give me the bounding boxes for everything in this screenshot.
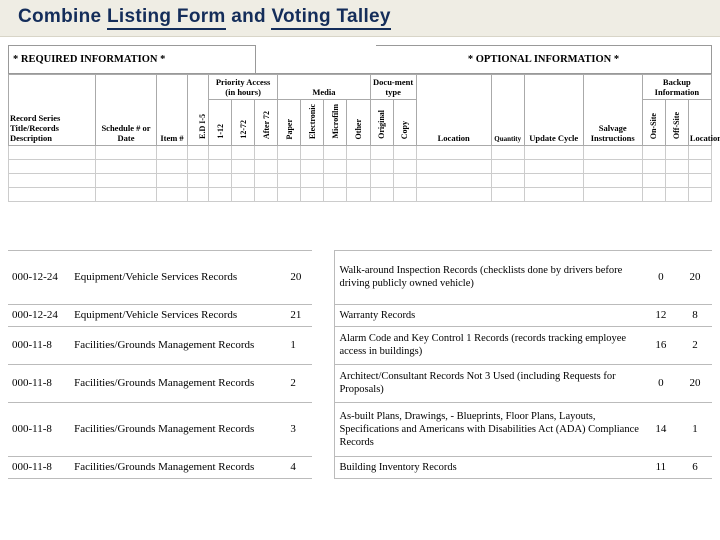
tally-gap — [312, 402, 335, 456]
tally-description: Alarm Code and Key Control 1 Records (re… — [335, 326, 644, 364]
info-banner: * REQUIRED INFORMATION * * OPTIONAL INFO… — [8, 45, 712, 74]
tally-record-name: Facilities/Grounds Management Records — [70, 326, 286, 364]
colgroup-media: Media — [278, 75, 370, 100]
tally-table: 000-12-24Equipment/Vehicle Services Reco… — [8, 250, 712, 479]
tally-description: Warranty Records — [335, 304, 644, 326]
colgroup-backup: Backup Information — [642, 75, 711, 100]
tally-record-name: Equipment/Vehicle Services Records — [70, 250, 286, 304]
col-media-other: Other — [347, 100, 370, 146]
col-quantity: Quantity — [491, 75, 524, 146]
col-salvage: Salvage Instructions — [583, 75, 642, 146]
tally-row: 000-11-8Facilities/Grounds Management Re… — [8, 326, 712, 364]
tally-id: 000-11-8 — [8, 326, 70, 364]
tally-gap — [312, 364, 335, 402]
tally-vote-1: 12 — [644, 304, 678, 326]
tally-record-name: Facilities/Grounds Management Records — [70, 456, 286, 478]
tally-description: Walk-around Inspection Records (checklis… — [335, 250, 644, 304]
tally-id: 000-11-8 — [8, 456, 70, 478]
title-bar: Combine Listing Form and Voting Talley — [0, 0, 720, 37]
tally-item-num: 4 — [286, 456, 312, 478]
col-update-cycle: Update Cycle — [524, 75, 583, 146]
optional-banner: * OPTIONAL INFORMATION * — [376, 45, 712, 74]
listing-form-body — [9, 145, 712, 201]
tally-vote-2: 8 — [678, 304, 712, 326]
tally-item-num: 3 — [286, 402, 312, 456]
tally-item-num: 21 — [286, 304, 312, 326]
listing-form-table: Record Series Title/Records Description … — [8, 74, 712, 202]
col-original: Original — [370, 100, 393, 146]
title-pre: Combine — [18, 6, 107, 27]
tally-record-name: Facilities/Grounds Management Records — [70, 364, 286, 402]
tally-row: 000-12-24Equipment/Vehicle Services Reco… — [8, 304, 712, 326]
col-1-12: 1-12 — [209, 100, 232, 146]
tally-vote-2: 6 — [678, 456, 712, 478]
tally-id: 000-12-24 — [8, 304, 70, 326]
tally-item-num: 1 — [286, 326, 312, 364]
tally-vote-1: 0 — [644, 250, 678, 304]
title-underline-1: Listing Form — [107, 6, 226, 30]
tally-vote-1: 0 — [644, 364, 678, 402]
col-12-72: 12-72 — [232, 100, 255, 146]
blank-row — [9, 145, 712, 159]
tally-row: 000-12-24Equipment/Vehicle Services Reco… — [8, 250, 712, 304]
tally-record-name: Equipment/Vehicle Services Records — [70, 304, 286, 326]
tally-vote-1: 16 — [644, 326, 678, 364]
page-title: Combine Listing Form and Voting Talley — [18, 6, 702, 28]
col-copy: Copy — [393, 100, 416, 146]
col-offsite: Off-Site — [665, 100, 688, 146]
tally-vote-2: 1 — [678, 402, 712, 456]
blank-row — [9, 173, 712, 187]
col-edi: E.D I-5 — [188, 75, 209, 146]
col-backup-location: Location — [688, 100, 711, 146]
tally-vote-2: 2 — [678, 326, 712, 364]
tally-record-name: Facilities/Grounds Management Records — [70, 402, 286, 456]
col-item: Item # — [157, 75, 188, 146]
tally-row: 000-11-8Facilities/Grounds Management Re… — [8, 402, 712, 456]
tally-vote-2: 20 — [678, 364, 712, 402]
blank-row — [9, 187, 712, 201]
tally-gap — [312, 326, 335, 364]
tally-gap — [312, 456, 335, 478]
tally-item-num: 2 — [286, 364, 312, 402]
tally-description: Building Inventory Records — [335, 456, 644, 478]
tally-id: 000-11-8 — [8, 364, 70, 402]
colgroup-priority: Priority Access (in hours) — [209, 75, 278, 100]
tally-id: 000-11-8 — [8, 402, 70, 456]
tally-vote-1: 11 — [644, 456, 678, 478]
tally-item-num: 20 — [286, 250, 312, 304]
required-banner: * REQUIRED INFORMATION * — [8, 45, 256, 74]
tally-description: As-built Plans, Drawings, - Blueprints, … — [335, 402, 644, 456]
col-location: Location — [416, 75, 491, 146]
voting-tally-sheet: 000-12-24Equipment/Vehicle Services Reco… — [8, 250, 712, 479]
col-microfilm: Microfilm — [324, 100, 347, 146]
tally-gap — [312, 304, 335, 326]
tally-vote-2: 20 — [678, 250, 712, 304]
col-schedule: Schedule # or Date — [96, 75, 157, 146]
tally-gap — [312, 250, 335, 304]
title-mid: and — [226, 6, 272, 27]
title-underline-2: Voting Talley — [271, 6, 390, 30]
col-onsite: On-Site — [642, 100, 665, 146]
col-description: Record Series Title/Records Description — [9, 75, 96, 146]
col-paper: Paper — [278, 100, 301, 146]
colgroup-doctype: Docu-ment type — [370, 75, 416, 100]
col-electronic: Electronic — [301, 100, 324, 146]
col-after-72: After 72 — [255, 100, 278, 146]
blank-row — [9, 159, 712, 173]
listing-form-sheet: * REQUIRED INFORMATION * * OPTIONAL INFO… — [8, 45, 712, 202]
tally-row: 000-11-8Facilities/Grounds Management Re… — [8, 364, 712, 402]
tally-row: 000-11-8Facilities/Grounds Management Re… — [8, 456, 712, 478]
tally-id: 000-12-24 — [8, 250, 70, 304]
tally-description: Architect/Consultant Records Not 3 Used … — [335, 364, 644, 402]
tally-vote-1: 14 — [644, 402, 678, 456]
